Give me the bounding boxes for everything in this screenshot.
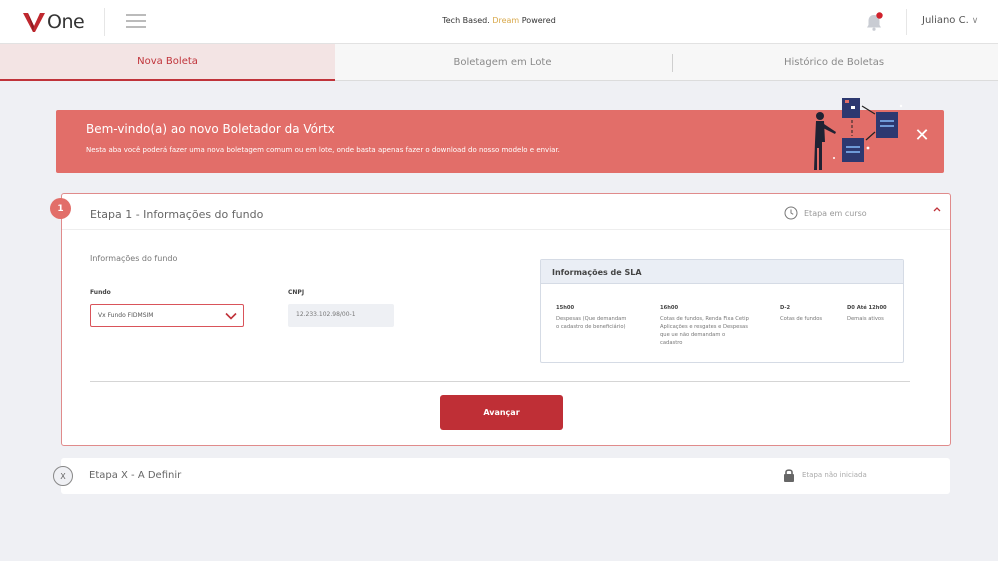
sla-desc-line: o cadastro de beneficiário) (556, 324, 626, 330)
slogan-prefix: Tech Based. (442, 16, 490, 25)
lock-icon (784, 469, 794, 482)
step1-title: Etapa 1 - Informações do fundo (90, 208, 264, 221)
header-divider-right (906, 9, 907, 35)
sla-desc-line: Demais ativos (847, 316, 884, 322)
sla-header: Informações de SLA (541, 260, 903, 284)
stepx-status-text: Etapa não iniciada (802, 471, 867, 479)
sla-column: 16h00 Cotas de fundos, Renda Fixa Cetip … (660, 304, 772, 347)
stepx-card[interactable]: Etapa X - A Definir Etapa não iniciada (61, 458, 950, 494)
slogan-suffix: Powered (521, 16, 556, 25)
sla-box: Informações de SLA 15h00 Despesas (Que d… (540, 259, 904, 363)
slogan: Tech Based. Dream Powered (0, 16, 998, 25)
slogan-highlight: Dream (492, 16, 520, 25)
fundo-label: Fundo (90, 289, 111, 296)
step1-number-badge: 1 (50, 198, 71, 219)
fundo-select-value: Vx Fundo FIDMSIM (98, 312, 154, 319)
step1-status: Etapa em curso (784, 206, 867, 220)
sla-column: 15h00 Despesas (Que demandam o cadastro … (556, 304, 651, 331)
sla-desc-line: Cotas de fundos (780, 316, 823, 322)
banner-illustration-icon (814, 98, 903, 170)
user-name: Juliano C. (922, 15, 969, 26)
step1-bottom-divider (90, 381, 910, 382)
step1-divider (62, 229, 950, 230)
stepx-status: Etapa não iniciada (783, 468, 867, 482)
sla-time: 16h00 (660, 305, 679, 311)
sla-desc-line: Cotas de fundos, Renda Fixa Cetip (660, 316, 749, 322)
sla-column: D-2 Cotas de fundos (780, 304, 840, 323)
close-icon[interactable]: ✕ (914, 127, 930, 145)
chevron-down-icon: ∨ (971, 16, 979, 26)
sla-desc-line: Despesas (Que demandam (556, 316, 627, 322)
welcome-banner: Bem-vindo(a) ao novo Boletador da Vórtx … (56, 98, 944, 173)
user-menu[interactable]: Juliano C. ∨ (922, 15, 978, 26)
tab-divider (672, 54, 673, 72)
sla-desc-line: cadastro (660, 340, 683, 346)
top-header: One Tech Based. Dream Powered Juliano C.… (0, 0, 998, 44)
sla-title: Informações de SLA (552, 268, 642, 277)
tab-bar: Nova Boleta Boletagem em Lote Histórico … (0, 44, 998, 81)
fundo-select[interactable]: Vx Fundo FIDMSIM (90, 304, 244, 327)
cnpj-field: 12.233.102.98/00-1 (288, 304, 394, 327)
tab-nova-boleta[interactable]: Nova Boleta (0, 44, 335, 81)
bell-icon[interactable] (864, 12, 884, 32)
sla-time: D0 Até 12h00 (847, 305, 887, 311)
chevron-up-icon[interactable] (930, 204, 944, 218)
sla-time: 15h00 (556, 305, 575, 311)
banner-text: Nesta aba você poderá fazer uma nova bol… (86, 146, 560, 154)
section-label: Informações do fundo (90, 254, 178, 263)
clock-icon (784, 206, 798, 220)
step1-card: Etapa 1 - Informações do fundo Etapa em … (61, 193, 951, 446)
avancar-button[interactable]: Avançar (440, 395, 563, 430)
step1-status-text: Etapa em curso (804, 208, 867, 218)
banner-title: Bem-vindo(a) ao novo Boletador da Vórtx (86, 122, 335, 136)
stepx-number-badge: X (53, 466, 73, 486)
cnpj-value: 12.233.102.98/00-1 (296, 311, 356, 318)
tab-historico-de-boletas[interactable]: Histórico de Boletas (670, 44, 998, 81)
cnpj-label: CNPJ (288, 289, 305, 296)
tab-boletagem-em-lote[interactable]: Boletagem em Lote (335, 44, 670, 81)
stepx-title: Etapa X - A Definir (89, 470, 182, 481)
sla-desc-line: que ue não demandam o (660, 332, 726, 338)
sla-time: D-2 (780, 305, 791, 311)
chevron-down-icon (225, 312, 237, 320)
sla-desc-line: Aplicações e resgates e Despesas (660, 324, 748, 330)
sla-column: D0 Até 12h00 Demais ativos (847, 304, 903, 323)
